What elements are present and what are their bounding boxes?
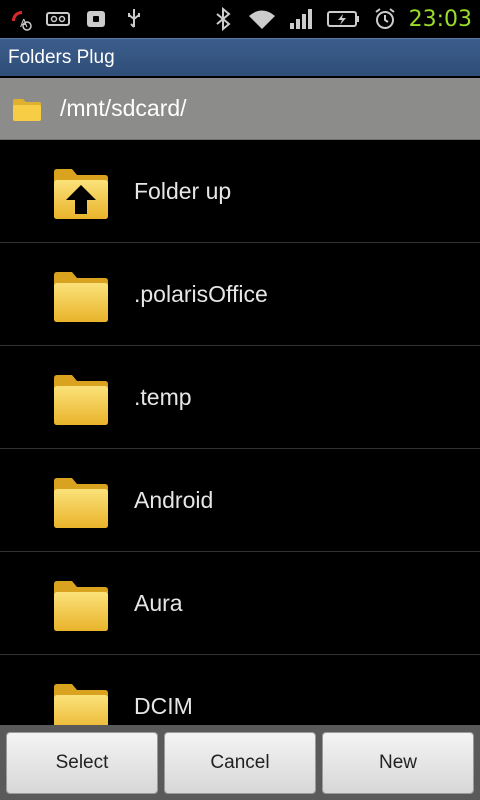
- signal-icon: [289, 9, 312, 29]
- usb-icon: [128, 9, 140, 28]
- list-item-polarisoffice[interactable]: .polarisOffice: [0, 243, 480, 346]
- bluetooth-icon: [215, 7, 231, 31]
- folder-icon: [54, 478, 108, 528]
- folder-list: Folder up .polarisOffice .temp Android A…: [0, 140, 480, 725]
- title-bar: Folders Plug: [0, 38, 480, 76]
- alarm-icon: [374, 8, 395, 29]
- list-item-temp[interactable]: .temp: [0, 346, 480, 449]
- cancel-button[interactable]: Cancel: [164, 731, 316, 794]
- folder-label: Folder up: [134, 177, 232, 204]
- folder-icon: [54, 272, 108, 322]
- select-button[interactable]: Select: [6, 731, 158, 794]
- wifi-icon: [248, 10, 275, 29]
- list-item-folder-up[interactable]: Folder up: [0, 140, 480, 243]
- status-bar: A 23:03: [0, 0, 480, 38]
- folder-label: DCIM: [134, 692, 193, 719]
- folder-icon: [13, 98, 41, 121]
- folder-icon: [54, 684, 108, 725]
- app-title: Folders Plug: [8, 46, 115, 68]
- list-item-dcim[interactable]: DCIM: [0, 655, 480, 725]
- folder-label: .polarisOffice: [134, 280, 268, 307]
- new-button[interactable]: New: [322, 731, 474, 794]
- folder-icon: [54, 375, 108, 425]
- status-clock: 23:03: [408, 6, 472, 32]
- list-item-aura[interactable]: Aura: [0, 552, 480, 655]
- current-path: /mnt/sdcard/: [60, 95, 187, 121]
- folder-up-icon: [54, 169, 108, 219]
- list-item-android[interactable]: Android: [0, 449, 480, 552]
- folder-icon: [54, 581, 108, 631]
- battery-charging-icon: [326, 11, 359, 27]
- notification-icons: A: [8, 7, 146, 31]
- system-icons: 23:03: [211, 7, 472, 32]
- missed-call-icon: A: [12, 11, 32, 31]
- path-bar: /mnt/sdcard/: [0, 78, 480, 140]
- lock-icon: [87, 11, 105, 27]
- folder-label: .temp: [134, 383, 192, 410]
- folder-label: Aura: [134, 589, 183, 616]
- button-bar: Select Cancel New: [0, 725, 480, 800]
- folder-label: Android: [134, 486, 214, 513]
- voicemail-icon: [46, 12, 70, 26]
